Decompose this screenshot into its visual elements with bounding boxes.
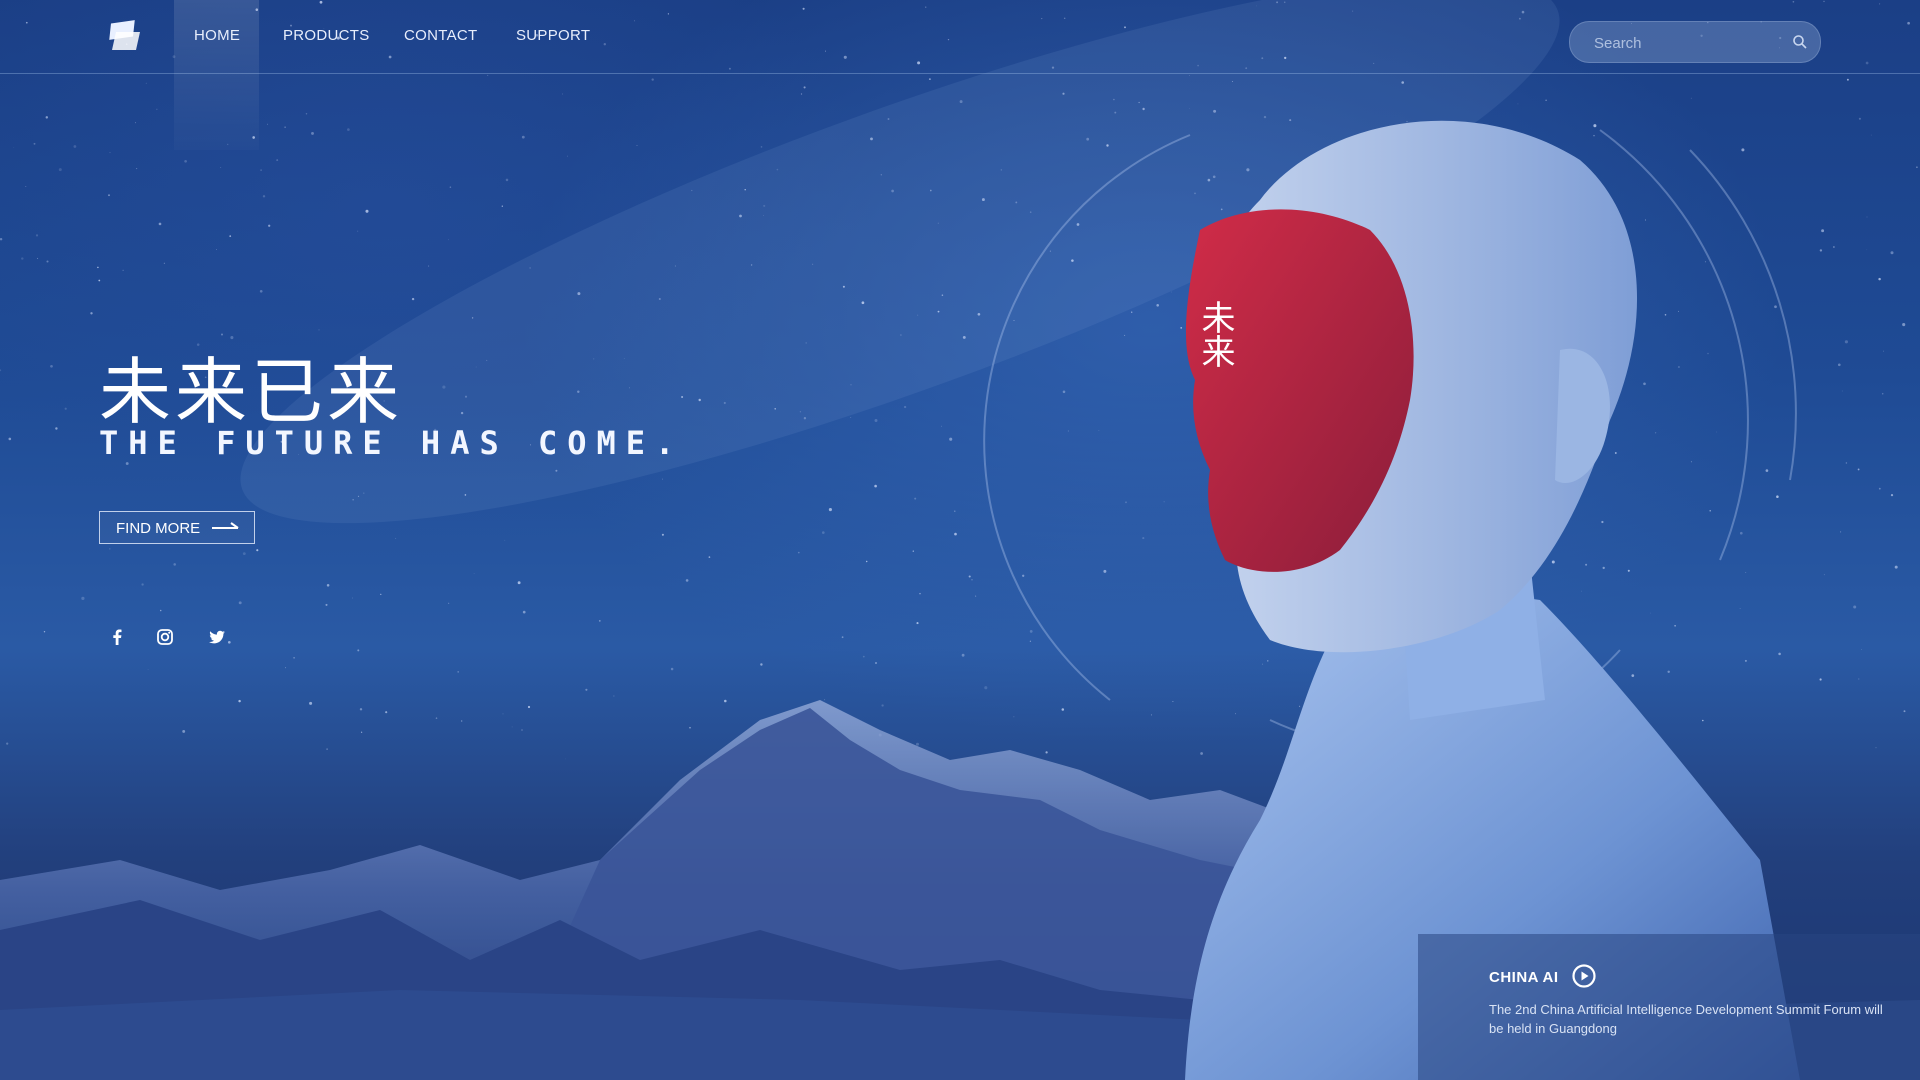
find-more-button[interactable]: FIND MORE xyxy=(99,511,255,544)
nav-support[interactable]: SUPPORT xyxy=(516,27,590,44)
active-nav-highlight xyxy=(174,0,259,150)
arrow-right-icon xyxy=(212,522,239,529)
mask-glyph: 未来 xyxy=(1195,300,1235,368)
hero-title-english: THE FUTURE HAS COME. xyxy=(99,424,685,462)
top-navigation: HOME PRODUCTS CONTACT SUPPORT xyxy=(0,0,1920,150)
twitter-icon[interactable] xyxy=(206,626,228,648)
logo-icon[interactable] xyxy=(104,18,144,54)
facebook-icon[interactable] xyxy=(106,626,128,648)
instagram-icon[interactable] xyxy=(154,626,176,648)
hero-background-image: 未来 xyxy=(0,0,1920,1080)
search-box xyxy=(1569,21,1821,64)
news-card: CHINA AI The 2nd China Artificial Intell… xyxy=(1418,934,1920,1080)
hero-title-chinese: 未来已来 xyxy=(99,350,404,434)
search-icon[interactable] xyxy=(1792,34,1808,50)
nav-products[interactable]: PRODUCTS xyxy=(283,27,370,44)
play-icon[interactable] xyxy=(1571,963,1597,989)
landing-page: 未来 HOME PRODUCTS CONTACT SUPPORT 未来已来 TH… xyxy=(0,0,1920,1080)
nav-home[interactable]: HOME xyxy=(194,27,240,44)
find-more-label: FIND MORE xyxy=(116,520,201,537)
nav-contact[interactable]: CONTACT xyxy=(404,27,477,44)
search-input[interactable] xyxy=(1592,22,1786,64)
news-card-title: CHINA AI xyxy=(1489,969,1559,986)
news-card-description: The 2nd China Artificial Intelligence De… xyxy=(1489,1002,1883,1036)
